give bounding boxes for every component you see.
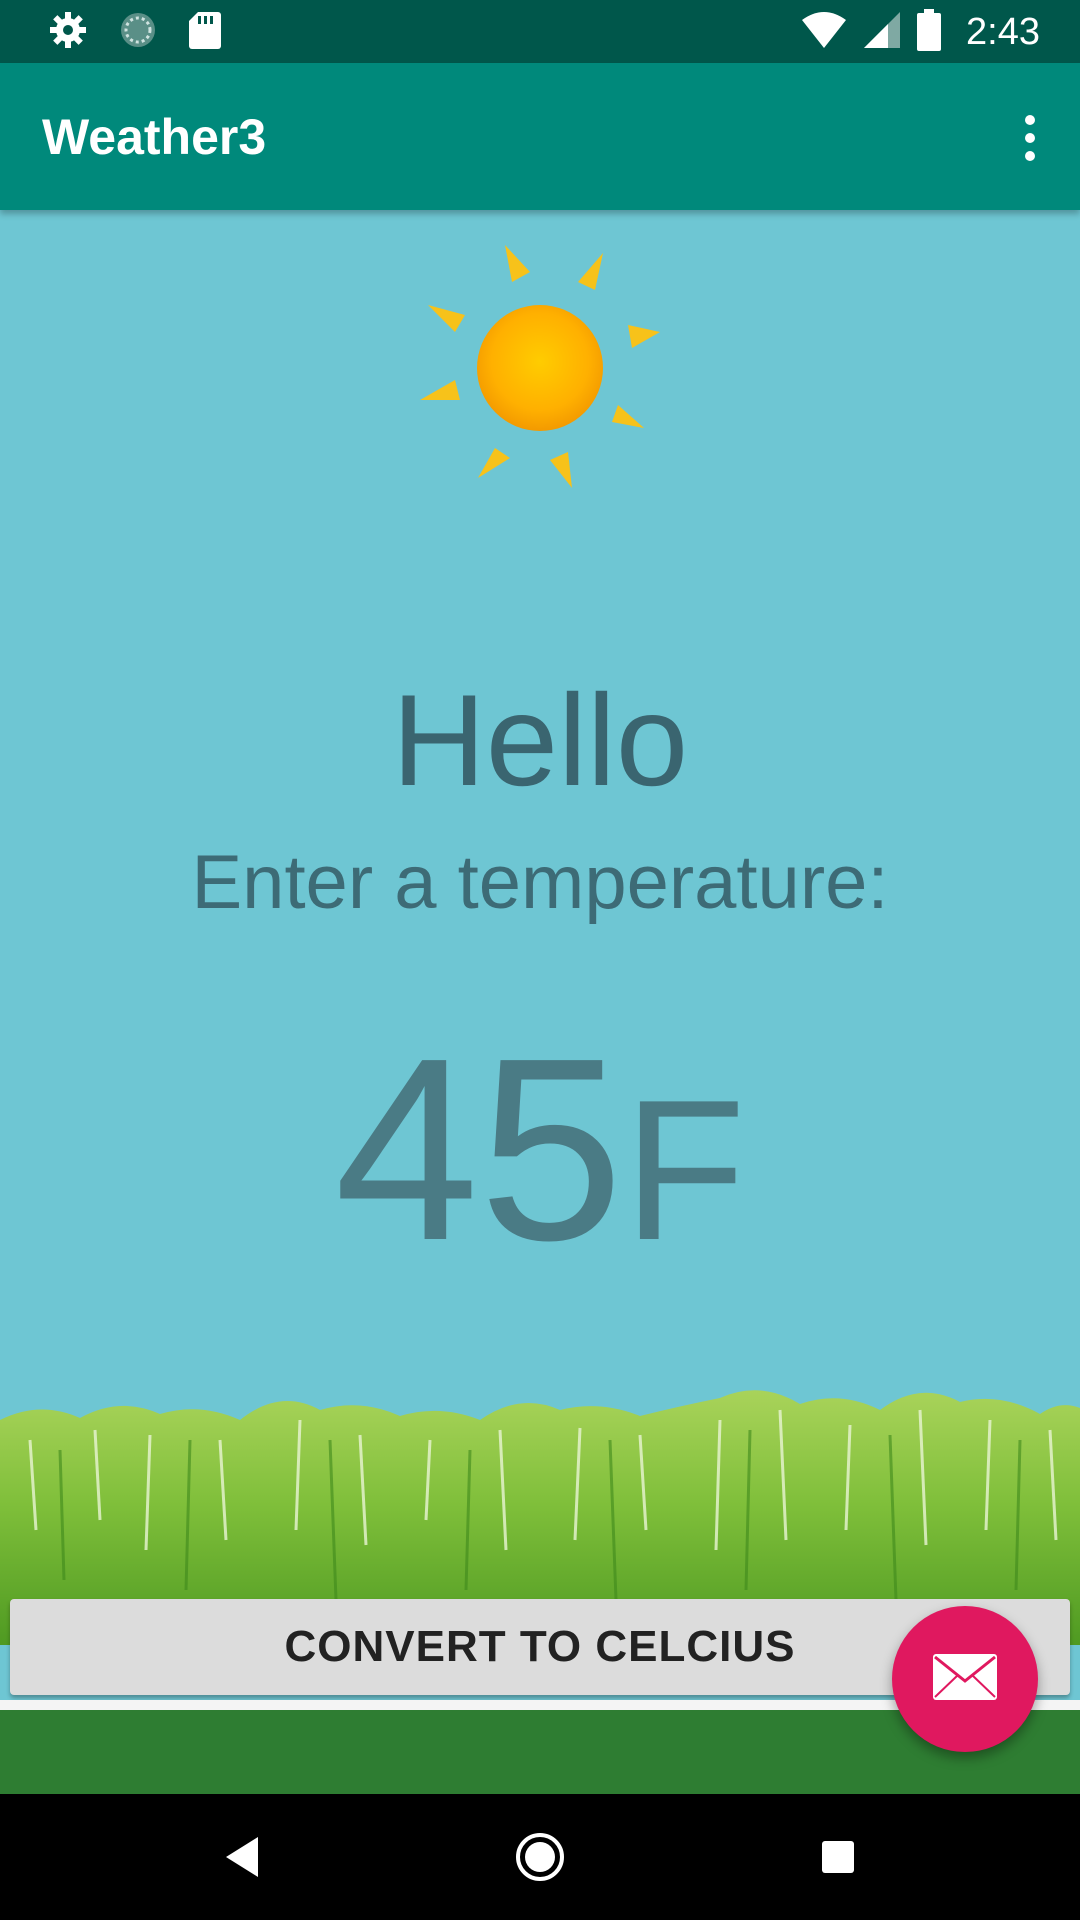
sd-card-icon xyxy=(188,10,222,55)
temperature-input[interactable]: 45F xyxy=(0,1020,1080,1280)
navigation-bar xyxy=(0,1794,1080,1920)
app-title: Weather3 xyxy=(42,109,267,165)
sun-icon xyxy=(400,230,680,510)
battery-icon xyxy=(916,8,942,56)
status-time: 2:43 xyxy=(966,10,1040,53)
home-icon[interactable] xyxy=(505,1822,575,1892)
temperature-value[interactable]: 45 xyxy=(334,1005,623,1295)
back-icon[interactable] xyxy=(207,1822,277,1892)
mail-icon xyxy=(932,1653,998,1706)
app-bar: Weather3 xyxy=(0,63,1080,210)
greeting-text: Hello xyxy=(391,667,689,813)
sync-icon xyxy=(118,10,158,55)
temperature-unit: F xyxy=(623,1059,746,1282)
mail-fab-button[interactable] xyxy=(892,1606,1038,1752)
recents-icon[interactable] xyxy=(803,1822,873,1892)
overflow-menu-icon[interactable] xyxy=(1000,103,1060,173)
settings-icon xyxy=(48,10,88,55)
status-bar: 2:43 xyxy=(0,0,1080,63)
wifi-icon xyxy=(800,10,848,55)
cell-signal-icon xyxy=(862,10,902,55)
temperature-prompt: Enter a temperature: xyxy=(191,840,889,925)
